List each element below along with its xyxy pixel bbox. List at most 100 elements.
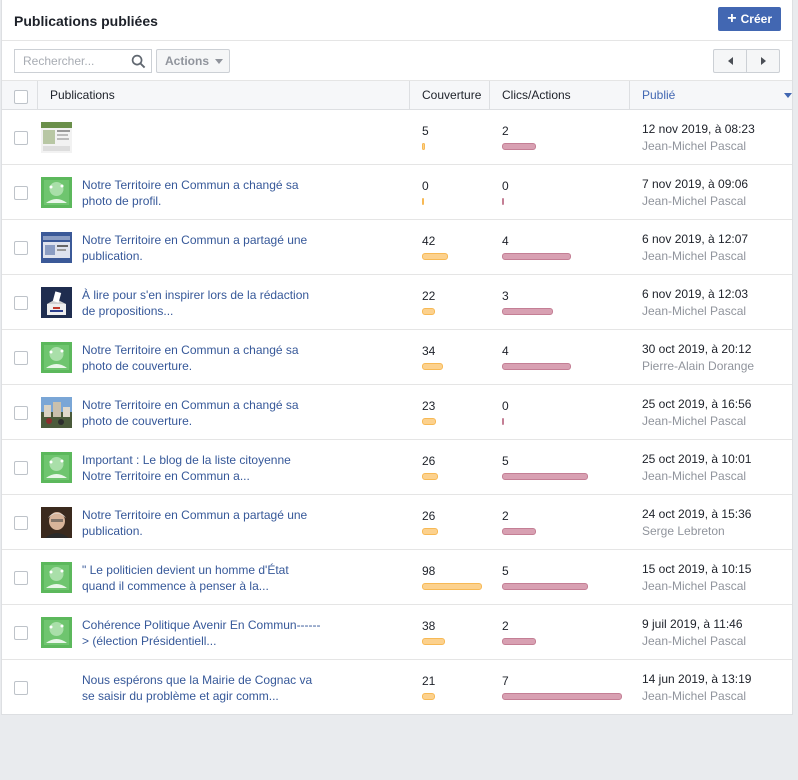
row-checkbox[interactable] — [14, 296, 28, 310]
plus-icon: + — [727, 10, 737, 27]
post-thumbnail[interactable] — [41, 342, 72, 373]
reach-bar — [422, 528, 438, 535]
arrow-right-icon — [760, 57, 766, 65]
column-clicks[interactable]: Clics/Actions — [489, 81, 629, 110]
row-checkbox[interactable] — [14, 461, 28, 475]
search-box — [14, 49, 152, 73]
table-row[interactable]: Notre Territoire en Commun a partagé une… — [2, 495, 792, 550]
reach-bar — [422, 198, 424, 205]
reach-bar — [422, 253, 448, 260]
post-thumbnail[interactable] — [41, 452, 72, 483]
row-checkbox[interactable] — [14, 241, 28, 255]
reach-value: 23 — [422, 399, 436, 413]
clicks-bar — [502, 473, 588, 480]
publish-date: 25 oct 2019, à 16:56 — [642, 397, 752, 411]
clicks-value: 2 — [502, 509, 509, 523]
author-name: Jean-Michel Pascal — [642, 304, 747, 318]
post-link[interactable]: Notre Territoire en Commun a changé sa p… — [82, 177, 322, 209]
post-link[interactable]: À lire pour s'en inspirer lors de la réd… — [82, 287, 322, 319]
search-input[interactable] — [15, 50, 125, 72]
column-published-label: Publié — [642, 88, 676, 102]
author-name: Jean-Michel Pascal — [642, 689, 747, 703]
row-checkbox[interactable] — [14, 351, 28, 365]
clicks-bar — [502, 693, 622, 700]
clicks-bar — [502, 418, 504, 425]
reach-value: 38 — [422, 619, 436, 633]
post-link[interactable]: Important : Le blog de la liste citoyenn… — [82, 452, 322, 484]
post-thumbnail[interactable] — [41, 507, 72, 538]
author-name: Jean-Michel Pascal — [642, 634, 747, 648]
post-thumbnail[interactable] — [41, 562, 72, 593]
author-name: Jean-Michel Pascal — [642, 414, 747, 428]
table-row[interactable]: 5 2 12 nov 2019, à 08:23 Jean-Michel Pascal — [2, 110, 792, 165]
table-row[interactable]: Notre Territoire en Commun a changé sa p… — [2, 165, 792, 220]
author-name: Jean-Michel Pascal — [642, 579, 747, 593]
post-thumbnail[interactable] — [41, 287, 72, 318]
author-name: Jean-Michel Pascal — [642, 194, 747, 208]
clicks-value: 2 — [502, 124, 509, 138]
post-thumbnail[interactable] — [41, 232, 72, 263]
post-thumbnail[interactable] — [41, 397, 72, 428]
publish-date: 12 nov 2019, à 08:23 — [642, 122, 755, 136]
table-row[interactable]: Nous espérons que la Mairie de Cognac va… — [2, 660, 792, 715]
clicks-value: 7 — [502, 674, 509, 688]
clicks-bar — [502, 143, 536, 150]
toolbar: Actions — [2, 41, 792, 81]
publish-date: 25 oct 2019, à 10:01 — [642, 452, 752, 466]
table-row[interactable]: Cohérence Politique Avenir En Commun----… — [2, 605, 792, 660]
table-row[interactable]: Notre Territoire en Commun a changé sa p… — [2, 385, 792, 440]
post-thumbnail[interactable] — [41, 122, 72, 153]
clicks-value: 3 — [502, 289, 509, 303]
post-link[interactable]: Notre Territoire en Commun a changé sa p… — [82, 342, 322, 374]
clicks-bar — [502, 528, 536, 535]
post-link[interactable]: Notre Territoire en Commun a changé sa p… — [82, 397, 322, 429]
row-checkbox[interactable] — [14, 186, 28, 200]
column-published[interactable]: Publié — [629, 81, 794, 110]
reach-value: 42 — [422, 234, 436, 248]
table-row[interactable]: À lire pour s'en inspirer lors de la réd… — [2, 275, 792, 330]
table-row[interactable]: Notre Territoire en Commun a changé sa p… — [2, 330, 792, 385]
clicks-value: 5 — [502, 454, 509, 468]
table-row[interactable]: " Le politicien devient un homme d'État … — [2, 550, 792, 605]
row-checkbox[interactable] — [14, 571, 28, 585]
row-checkbox[interactable] — [14, 681, 28, 695]
reach-bar — [422, 418, 436, 425]
author-name: Serge Lebreton — [642, 524, 725, 538]
create-label: Créer — [740, 12, 772, 26]
clicks-bar — [502, 308, 553, 315]
previous-page-button[interactable] — [714, 50, 747, 72]
post-link[interactable]: Notre Territoire en Commun a partagé une… — [82, 232, 322, 264]
post-link[interactable]: Cohérence Politique Avenir En Commun----… — [82, 617, 322, 649]
row-checkbox[interactable] — [14, 131, 28, 145]
reach-value: 21 — [422, 674, 436, 688]
table-row[interactable]: Important : Le blog de la liste citoyenn… — [2, 440, 792, 495]
chevron-down-icon — [215, 58, 224, 64]
reach-value: 0 — [422, 179, 429, 193]
column-publications[interactable]: Publications — [37, 81, 409, 110]
row-checkbox[interactable] — [14, 516, 28, 530]
actions-label: Actions — [165, 54, 210, 68]
post-thumbnail[interactable] — [41, 617, 72, 648]
post-thumbnail[interactable] — [41, 177, 72, 208]
publish-date: 15 oct 2019, à 10:15 — [642, 562, 752, 576]
actions-dropdown[interactable]: Actions — [156, 49, 230, 73]
create-button[interactable]: + Créer — [718, 7, 781, 31]
publish-date: 14 jun 2019, à 13:19 — [642, 672, 752, 686]
table-row[interactable]: Notre Territoire en Commun a partagé une… — [2, 220, 792, 275]
published-posts-panel: Publications publiées + Créer Actions Pu… — [1, 0, 793, 715]
clicks-value: 5 — [502, 564, 509, 578]
search-icon[interactable] — [131, 54, 146, 69]
sort-desc-icon — [784, 93, 792, 98]
post-link[interactable]: Notre Territoire en Commun a partagé une… — [82, 507, 322, 539]
next-page-button[interactable] — [747, 50, 779, 72]
reach-bar — [422, 143, 425, 150]
column-reach[interactable]: Couverture — [409, 81, 489, 110]
row-checkbox[interactable] — [14, 626, 28, 640]
publish-date: 7 nov 2019, à 09:06 — [642, 177, 749, 191]
publish-date: 6 nov 2019, à 12:07 — [642, 232, 749, 246]
row-checkbox[interactable] — [14, 406, 28, 420]
select-all-checkbox[interactable] — [14, 90, 28, 104]
reach-value: 26 — [422, 454, 436, 468]
post-link[interactable]: " Le politicien devient un homme d'État … — [82, 562, 322, 594]
post-link[interactable]: Nous espérons que la Mairie de Cognac va… — [82, 672, 322, 704]
